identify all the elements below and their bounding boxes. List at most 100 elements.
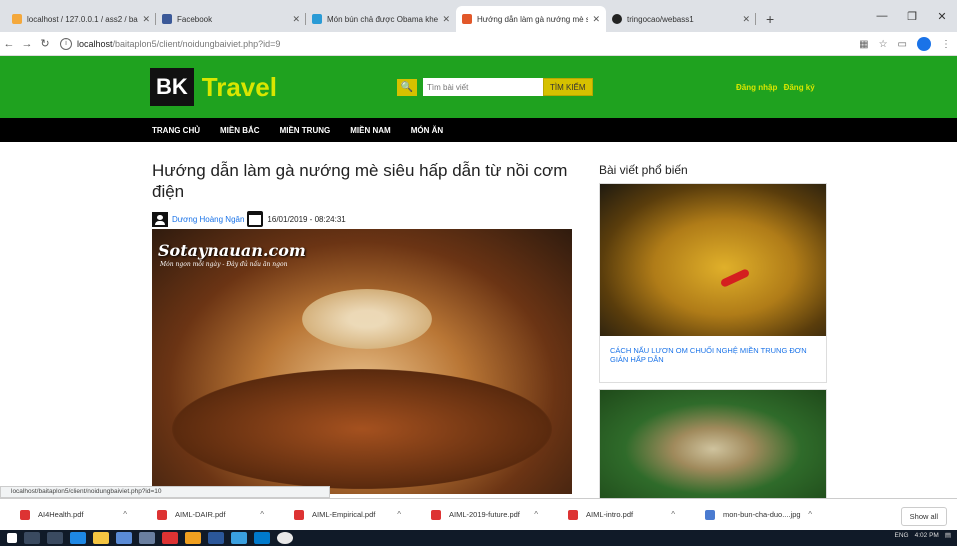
- pdf-icon: [157, 509, 167, 520]
- toolbar-right: ▦ ☆ ▭ ⋮: [859, 37, 951, 51]
- sidebar-popular: Bài viết phổ biến CÁCH NẤU LƯƠN OM CHUỐI…: [599, 163, 827, 509]
- main-menu: TRANG CHỦ MIỀN BẮC MIỀN TRUNG MIỀN NAM M…: [0, 118, 957, 142]
- more-icon[interactable]: ⋮: [941, 39, 951, 50]
- download-item[interactable]: AIML-intro.pdf ^: [548, 509, 685, 520]
- chevron-up-icon[interactable]: ^: [397, 510, 401, 519]
- sidebar-heading: Bài viết phổ biến: [599, 163, 688, 177]
- download-name: AIML-2019-future.pdf: [449, 510, 520, 519]
- browser-tab[interactable]: Món bún chả được Obama khen ✕: [306, 6, 456, 32]
- file-explorer-icon[interactable]: [93, 532, 109, 544]
- tab-favicon-icon: [12, 14, 22, 24]
- forward-icon[interactable]: →: [18, 38, 36, 50]
- pdf-icon: [20, 509, 30, 520]
- browser-tab[interactable]: localhost / 127.0.0.1 / ass2 / bai ✕: [6, 6, 156, 32]
- download-item[interactable]: AI4Health.pdf ^: [0, 509, 137, 520]
- search-button[interactable]: TÌM KIẾM: [543, 78, 593, 96]
- tab-title: Facebook: [177, 14, 213, 24]
- windows-start-icon[interactable]: [7, 533, 17, 543]
- notification-icon[interactable]: ▤: [945, 531, 951, 539]
- cast-icon[interactable]: ▭: [898, 39, 907, 50]
- popular-post-card[interactable]: [599, 389, 827, 509]
- mail-icon[interactable]: [139, 532, 155, 544]
- download-name: AI4Health.pdf: [38, 510, 84, 519]
- show-all-button[interactable]: Show all: [900, 507, 947, 526]
- word-icon[interactable]: [208, 532, 224, 544]
- vscode-icon[interactable]: [254, 532, 270, 544]
- download-item[interactable]: AIML-Empirical.pdf ^: [274, 509, 411, 520]
- close-icon[interactable]: ✕: [292, 14, 300, 25]
- edge-icon[interactable]: [70, 532, 86, 544]
- search-icon[interactable]: [24, 532, 40, 544]
- register-link[interactable]: Đăng ký: [784, 83, 815, 92]
- article-meta: Dương Hoàng Ngân 16/01/2019 - 08:24:31: [152, 211, 572, 227]
- article-title: Hướng dẫn làm gà nướng mè siêu hấp dẫn t…: [152, 161, 568, 201]
- article-image: Sotaynauan.com Món ngon mỗi ngày - Đây đ…: [152, 229, 572, 494]
- reload-icon[interactable]: ↻: [36, 37, 54, 50]
- menu-item-north[interactable]: MIỀN BẮC: [220, 126, 260, 135]
- tab-title: tringocao/webass1: [627, 14, 694, 24]
- language-indicator[interactable]: ENG: [895, 532, 909, 539]
- close-icon[interactable]: ✕: [742, 14, 750, 25]
- menu-item-food[interactable]: MÓN ĂN: [411, 126, 443, 135]
- download-item[interactable]: AIML-DAIR.pdf ^: [137, 509, 274, 520]
- menu-item-south[interactable]: MIỀN NAM: [350, 126, 390, 135]
- task-view-icon[interactable]: [47, 532, 63, 544]
- url-field[interactable]: i localhost /baitaplon5/client/noidungba…: [60, 37, 830, 50]
- auth-links: Đăng nhập Đăng ký: [736, 83, 819, 92]
- clock[interactable]: 4:02 PM: [915, 532, 939, 539]
- app-icon[interactable]: [162, 532, 178, 544]
- star-icon[interactable]: ☆: [879, 39, 888, 50]
- browser-tab[interactable]: tringocao/webass1 ✕: [606, 6, 756, 32]
- close-icon[interactable]: ✕: [592, 14, 600, 25]
- login-link[interactable]: Đăng nhập: [736, 83, 777, 92]
- popular-post-image[interactable]: [600, 184, 826, 336]
- info-icon[interactable]: i: [60, 37, 72, 50]
- browser-tab[interactable]: Facebook ✕: [156, 6, 306, 32]
- download-name: AIML-DAIR.pdf: [175, 510, 226, 519]
- search-icon[interactable]: 🔍: [397, 78, 417, 96]
- search-input[interactable]: [423, 78, 543, 96]
- download-name: mon-bun-cha-duo....jpg: [723, 510, 801, 519]
- popular-post-card[interactable]: CÁCH NẤU LƯƠN OM CHUỐI NGHỆ MIỀN TRUNG Đ…: [599, 183, 827, 383]
- browser-tab-active[interactable]: Hướng dẫn làm gà nướng mè si ✕: [456, 6, 606, 32]
- menu-item-home[interactable]: TRANG CHỦ: [152, 126, 200, 135]
- translate-icon[interactable]: ▦: [859, 39, 868, 50]
- back-icon[interactable]: ←: [0, 38, 18, 50]
- tab-title: localhost / 127.0.0.1 / ass2 / bai: [27, 14, 139, 24]
- popular-post-caption[interactable]: CÁCH NẤU LƯƠN OM CHUỐI NGHỆ MIỀN TRUNG Đ…: [600, 336, 826, 382]
- image-watermark-sub: Món ngon mỗi ngày - Đây đủ nấu ăn ngon: [160, 261, 288, 268]
- app-icon[interactable]: [231, 532, 247, 544]
- image-file-icon: [705, 509, 715, 520]
- chrome-icon[interactable]: [277, 532, 293, 544]
- logo-bk: BK: [150, 68, 194, 106]
- store-icon[interactable]: [116, 532, 132, 544]
- download-item[interactable]: mon-bun-cha-duo....jpg ^: [685, 509, 822, 520]
- new-tab-button[interactable]: +: [756, 11, 784, 32]
- maximize-icon[interactable]: ❐: [897, 10, 927, 23]
- author-link[interactable]: Dương Hoàng Ngân: [172, 215, 244, 224]
- close-icon[interactable]: ✕: [442, 14, 450, 25]
- close-window-icon[interactable]: ✕: [927, 10, 957, 23]
- chevron-up-icon[interactable]: ^: [260, 510, 264, 519]
- profile-avatar[interactable]: [917, 37, 931, 51]
- close-icon[interactable]: ✕: [142, 14, 150, 25]
- app-icon[interactable]: [185, 532, 201, 544]
- tab-title: Món bún chả được Obama khen: [327, 14, 439, 24]
- site-header: BK Travel 🔍 TÌM KIẾM Đăng nhập Đăng ký: [0, 56, 957, 118]
- chevron-up-icon[interactable]: ^: [123, 510, 127, 519]
- minimize-icon[interactable]: —: [867, 10, 897, 22]
- chevron-up-icon[interactable]: ^: [534, 510, 538, 519]
- windows-taskbar: ENG 4:02 PM ▤: [0, 530, 957, 546]
- url-path: /baitaplon5/client/noidungbaiviet.php?id…: [112, 38, 281, 49]
- download-name: AIML-intro.pdf: [586, 510, 634, 519]
- download-name: AIML-Empirical.pdf: [312, 510, 376, 519]
- github-icon: [612, 14, 622, 24]
- chevron-up-icon[interactable]: ^: [671, 510, 675, 519]
- image-watermark: Sotaynauan.com: [158, 241, 306, 260]
- chevron-up-icon[interactable]: ^: [808, 510, 812, 519]
- site-logo[interactable]: BK Travel: [150, 68, 277, 106]
- system-tray: ENG 4:02 PM ▤: [895, 531, 951, 540]
- popular-post-image[interactable]: [600, 390, 826, 508]
- download-item[interactable]: AIML-2019-future.pdf ^: [411, 509, 548, 520]
- menu-item-central[interactable]: MIỀN TRUNG: [280, 126, 331, 135]
